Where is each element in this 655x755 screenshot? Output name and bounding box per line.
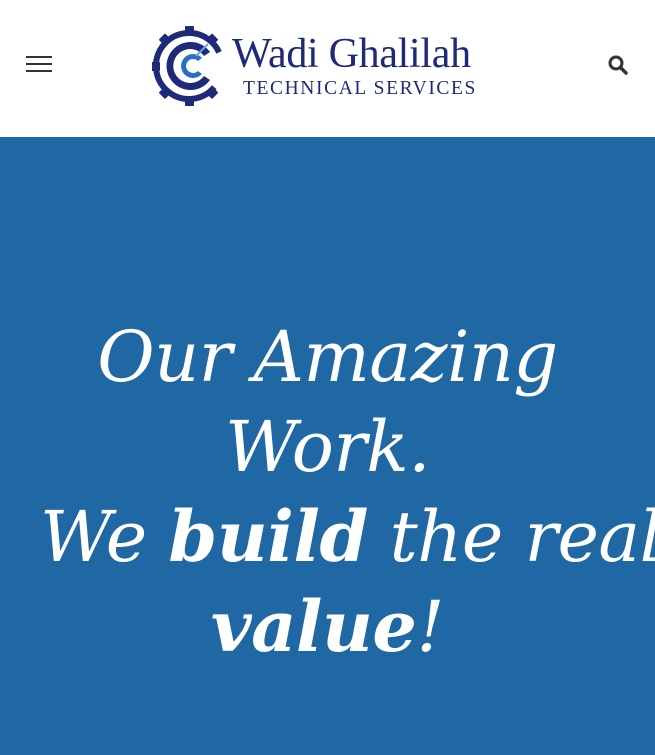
site-header: Wadi Ghalilah TECHNICAL SERVICES [0, 0, 655, 137]
hero-line-3-post: the real [367, 495, 655, 578]
hero-line-3-pre: We [40, 495, 169, 578]
hero-line-3: We build the real [40, 492, 655, 582]
hero-line-3-bold: build [168, 494, 368, 578]
hero-line-4-bold: value [210, 584, 417, 668]
hamburger-menu-icon[interactable] [26, 55, 52, 73]
hero-headline: Our Amazing Work. We build the real valu… [40, 312, 655, 672]
search-icon[interactable] [607, 54, 629, 76]
gear-logo-icon [152, 26, 225, 106]
hero-line-2: Work. [225, 405, 430, 488]
hero-line-4-post: ! [416, 585, 445, 668]
hero-line-4: value! [40, 582, 615, 672]
logo-subtitle: TECHNICAL SERVICES [243, 78, 477, 99]
hero-line-1: Our Amazing [97, 315, 558, 398]
site-logo[interactable]: Wadi Ghalilah TECHNICAL SERVICES [152, 26, 508, 106]
hero-section: Our Amazing Work. We build the real valu… [0, 137, 655, 755]
logo-name: Wadi Ghalilah [232, 31, 471, 77]
